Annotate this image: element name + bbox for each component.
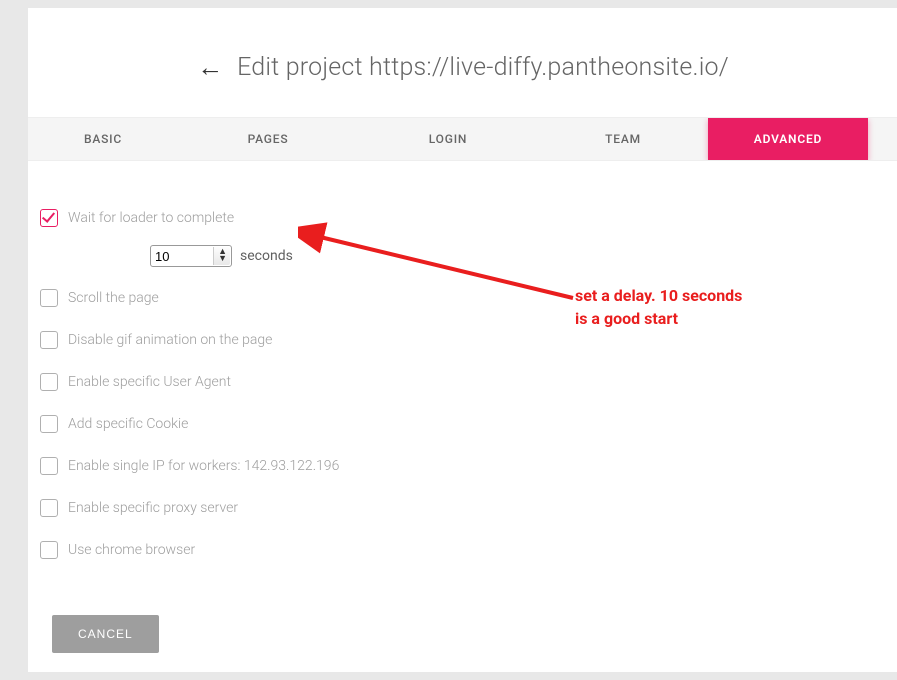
annotation-line2: is a good start: [575, 307, 805, 330]
option-single-ip: Enable single IP for workers: 142.93.122…: [40, 457, 897, 475]
page-container: ← Edit project https://live-diffy.panthe…: [28, 8, 897, 672]
option-disable-gif: Disable gif animation on the page: [40, 331, 897, 349]
label-user-agent: Enable specific User Agent: [68, 374, 231, 390]
checkbox-single-ip[interactable]: [40, 457, 58, 475]
option-proxy: Enable specific proxy server: [40, 499, 897, 517]
option-chrome: Use chrome browser: [40, 541, 897, 559]
label-scroll: Scroll the page: [68, 290, 159, 306]
annotation-text: set a delay. 10 seconds is a good start: [575, 284, 805, 330]
header-inner: ← Edit project https://live-diffy.panthe…: [197, 53, 729, 82]
delay-suffix: seconds: [240, 248, 293, 264]
option-wait-loader: Wait for loader to complete: [40, 209, 897, 227]
label-proxy: Enable specific proxy server: [68, 500, 238, 516]
page-title: Edit project https://live-diffy.pantheon…: [237, 53, 729, 82]
tab-basic[interactable]: BASIC: [28, 118, 178, 160]
delay-row: ▲▼ seconds: [150, 245, 897, 267]
tab-team[interactable]: TEAM: [538, 118, 708, 160]
tab-monitoring[interactable]: MO: [868, 118, 897, 160]
form-area: Wait for loader to complete ▲▼ seconds S…: [28, 161, 897, 653]
header: ← Edit project https://live-diffy.panthe…: [28, 8, 897, 117]
tab-pages[interactable]: PAGES: [178, 118, 358, 160]
checkbox-chrome[interactable]: [40, 541, 58, 559]
delay-select-wrap: ▲▼: [150, 245, 232, 267]
tabbar: BASIC PAGES LOGIN TEAM ADVANCED MO: [28, 117, 897, 161]
option-user-agent: Enable specific User Agent: [40, 373, 897, 391]
tab-advanced[interactable]: ADVANCED: [708, 118, 868, 160]
label-chrome: Use chrome browser: [68, 542, 195, 558]
option-cookie: Add specific Cookie: [40, 415, 897, 433]
cancel-button[interactable]: CANCEL: [52, 615, 159, 653]
delay-select[interactable]: [150, 245, 232, 267]
checkbox-disable-gif[interactable]: [40, 331, 58, 349]
checkbox-user-agent[interactable]: [40, 373, 58, 391]
label-disable-gif: Disable gif animation on the page: [68, 332, 272, 348]
label-cookie: Add specific Cookie: [68, 416, 188, 432]
label-wait-loader: Wait for loader to complete: [68, 210, 234, 226]
checkbox-cookie[interactable]: [40, 415, 58, 433]
tab-login[interactable]: LOGIN: [358, 118, 538, 160]
checkbox-proxy[interactable]: [40, 499, 58, 517]
back-arrow-icon[interactable]: ←: [197, 55, 223, 81]
checkbox-scroll[interactable]: [40, 289, 58, 307]
annotation-line1: set a delay. 10 seconds: [575, 284, 805, 307]
label-single-ip: Enable single IP for workers: 142.93.122…: [68, 458, 339, 474]
checkbox-wait-loader[interactable]: [40, 209, 58, 227]
